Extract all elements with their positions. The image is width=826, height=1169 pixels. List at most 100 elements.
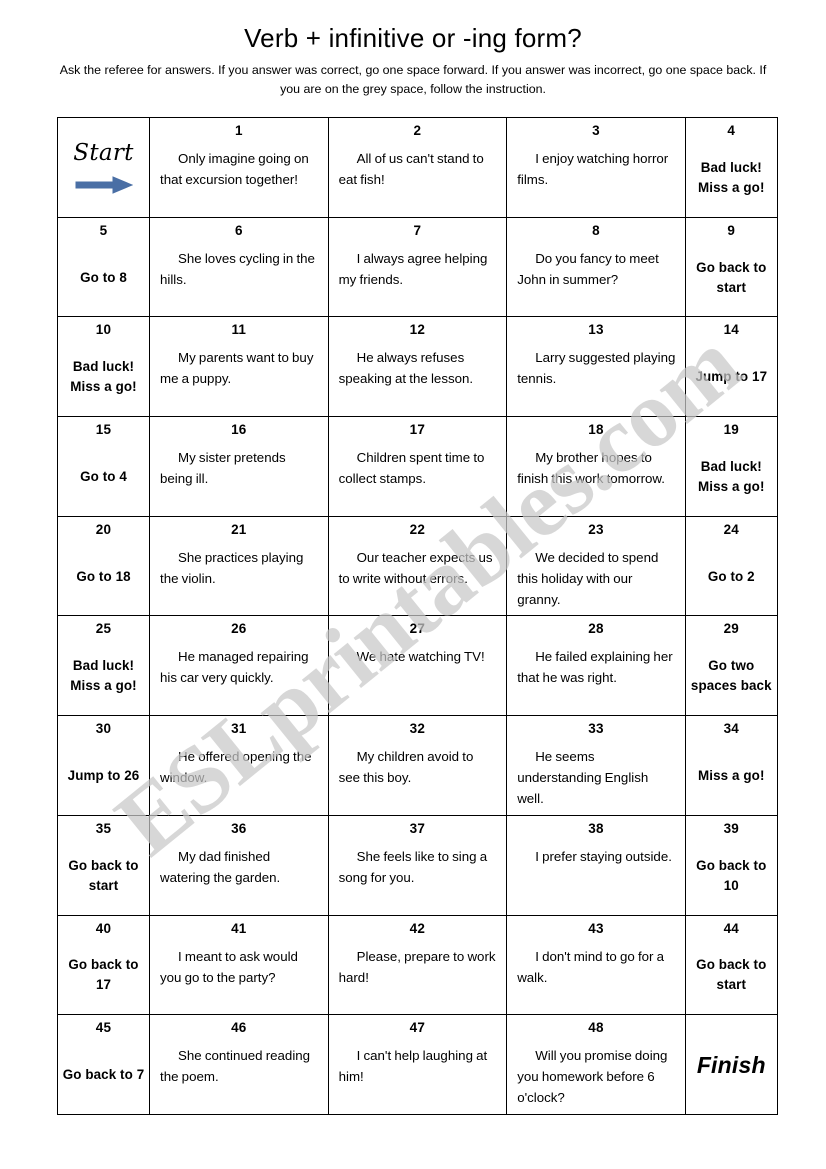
cell-number: 33	[588, 721, 604, 737]
cell-number: 1	[234, 123, 243, 138]
cell-number: 11	[231, 322, 247, 338]
cell-content: 7 I always agree helping my friends.	[329, 218, 507, 317]
board-cell-sentence-8: 8 Do you fancy to meet John in summer?	[506, 216, 686, 318]
board-cell-instruction-39: 39 Go back to 10	[684, 814, 778, 916]
cell-content: 29 Go two spaces back	[686, 616, 777, 715]
finish-cell-content: Finish	[686, 1015, 777, 1114]
cell-content: 28 He failed explaining her that he was r…	[507, 616, 685, 715]
cell-sentence-text: My children avoid to see this boy.	[338, 749, 474, 786]
cell-sentence-text: Larry suggested playing tennis.	[517, 350, 676, 387]
cell-sentence-text: Only imagine going on that excursion tog…	[160, 151, 309, 187]
cell-number: 8	[592, 222, 600, 238]
cell-number: 43	[588, 920, 604, 936]
board-row: 35 Go back to start 36 My dad finished wate…	[57, 814, 778, 916]
cell-number: 30	[95, 721, 112, 737]
cell-sentence-text: I meant to ask would you go to the party…	[160, 948, 298, 985]
board-cell-sentence-7: 7 I always agree helping my friends.	[327, 216, 508, 318]
cell-content: 6 She loves cycling in the hills.	[150, 218, 328, 317]
cell-content: 38 I prefer staying outside.	[507, 816, 685, 915]
cell-sentence-text: I enjoy watching horror films.	[517, 151, 669, 187]
cell-number: 41	[231, 920, 247, 936]
cell-content: 16 My sister pretends being ill.	[150, 417, 328, 516]
board-cell-sentence-27: 27 We hate watching TV!	[327, 615, 508, 717]
board-cell-sentence-21: 21 She practices playing the violin.	[149, 515, 329, 617]
cell-content: 25 Bad luck! Miss a go!	[58, 616, 149, 715]
board-cell-sentence-23: 23 We decided to spend this holiday with …	[506, 515, 686, 617]
board-cell-sentence-11: 11 My parents want to buy me a puppy.	[149, 316, 329, 418]
worksheet-header: Verb + infinitive or -ing form? Ask the …	[56, 22, 770, 99]
cell-content: 11 My parents want to buy me a puppy.	[150, 317, 328, 416]
cell-sentence-text: Will you promise doing you homework befo…	[517, 1048, 668, 1106]
board-cell-instruction-44: 44 Go back to start	[684, 914, 778, 1016]
board-cell-instruction-20: 20 Go to 18	[57, 515, 150, 617]
board-cell-instruction-24: 24 Go to 2	[684, 515, 778, 617]
board-cell-sentence-6: 6 She loves cycling in the hills.	[149, 216, 329, 318]
board-cell-sentence-43: 43 I don't mind to go for a walk.	[506, 914, 686, 1016]
cell-content: 37 She feels like to sing a song for you.	[329, 816, 507, 915]
cell-content: 27 We hate watching TV!	[329, 616, 507, 715]
cell-content: 40 Go back to 17	[58, 916, 149, 1015]
cell-sentence-text: He failed explaining her that he was rig…	[517, 649, 673, 686]
start-label: Start	[73, 140, 134, 167]
cell-content: 4 Bad luck! Miss a go!	[686, 118, 777, 217]
cell-number: 22	[409, 521, 426, 537]
board-row: 10 Bad luck! Miss a go! 11 My parents want …	[57, 316, 778, 418]
board-cell-instruction-40: 40 Go back to 17	[57, 914, 150, 1016]
board-cell-sentence-18: 18 My brother hopes to finish this work t…	[506, 416, 686, 517]
board-cell-sentence-41: 41 I meant to ask would you go to the par…	[149, 914, 329, 1016]
cell-sentence-text: Children spent time to collect stamps.	[338, 450, 485, 487]
cell-content: 5 Go to 8	[58, 218, 149, 317]
cell-content: 39 Go back to 10	[686, 816, 777, 915]
cell-content: 42 Please, prepare to work hard!	[329, 916, 507, 1015]
board-row: 30 Jump to 26 31 He offered opening the win…	[57, 715, 778, 816]
board-cell-sentence-32: 32 My children avoid to see this boy.	[327, 715, 508, 816]
board-cell-sentence-3: 3 I enjoy watching horror films.	[506, 117, 686, 218]
board-cell-sentence-31: 31 He offered opening the window.	[149, 715, 329, 816]
cell-instruction-text: Bad luck! Miss a go!	[70, 658, 137, 694]
board-cell-instruction-19: 19 Bad luck! Miss a go!	[684, 416, 778, 517]
cell-number: 26	[231, 621, 247, 637]
board-cell-sentence-38: 38 I prefer staying outside.	[506, 814, 686, 916]
cell-instruction-text: Go to 2	[707, 568, 755, 584]
cell-number: 2	[413, 123, 422, 138]
cell-content: 36 My dad finished watering the garden.	[150, 816, 328, 915]
board-cell-sentence-28: 28 He failed explaining her that he was r…	[506, 615, 686, 717]
cell-sentence-text: We hate watching TV!	[356, 649, 485, 665]
cell-instruction-text: Go back to 7	[62, 1067, 145, 1083]
cell-content: 20 Go to 18	[58, 517, 149, 616]
board-cell-sentence-16: 16 My sister pretends being ill.	[149, 416, 329, 517]
board-cell-start: Start	[57, 117, 150, 218]
cell-number: 13	[588, 322, 604, 338]
board-cell-sentence-22: 22 Our teacher expects us to write withou…	[327, 515, 508, 617]
cell-content: 9 Go back to start	[686, 218, 777, 317]
board-cell-instruction-29: 29 Go two spaces back	[684, 615, 778, 717]
cell-instruction-text: Go back to 17	[68, 957, 139, 993]
cell-sentence-text: All of us can't stand to eat fish!	[338, 151, 484, 187]
cell-content: 21 She practices playing the violin.	[150, 517, 328, 616]
cell-number: 48	[588, 1020, 604, 1036]
cell-number: 47	[409, 1020, 426, 1036]
cell-number: 14	[723, 322, 739, 338]
cell-content: 45 Go back to 7	[58, 1015, 149, 1114]
cell-content: 34 Miss a go!	[686, 716, 777, 815]
cell-number: 19	[723, 422, 739, 438]
cell-instruction-text: Jump to 17	[695, 369, 768, 385]
board-cell-instruction-15: 15 Go to 4	[57, 416, 150, 517]
cell-sentence-text: Do you fancy to meet John in summer?	[517, 250, 659, 287]
cell-instruction-text: Go to 8	[80, 269, 127, 285]
cell-number: 4	[727, 123, 736, 138]
cell-content: 31 He offered opening the window.	[150, 716, 328, 815]
cell-number: 21	[231, 521, 247, 537]
cell-sentence-text: She continued reading the poem.	[160, 1048, 311, 1085]
cell-content: 14 Jump to 17	[686, 317, 777, 416]
cell-number: 38	[588, 820, 604, 836]
cell-sentence-text: She practices playing the violin.	[160, 549, 304, 586]
cell-instruction-text: Bad luck! Miss a go!	[698, 159, 765, 195]
cell-content: 46 She continued reading the poem.	[150, 1015, 328, 1114]
board-cell-instruction-10: 10 Bad luck! Miss a go!	[57, 316, 150, 418]
cell-sentence-text: She loves cycling in the hills.	[160, 250, 315, 287]
cell-instruction-text: Jump to 26	[67, 767, 140, 783]
cell-number: 29	[723, 621, 739, 637]
cell-sentence-text: He seems understanding English well.	[517, 749, 649, 807]
cell-number: 44	[723, 920, 739, 936]
